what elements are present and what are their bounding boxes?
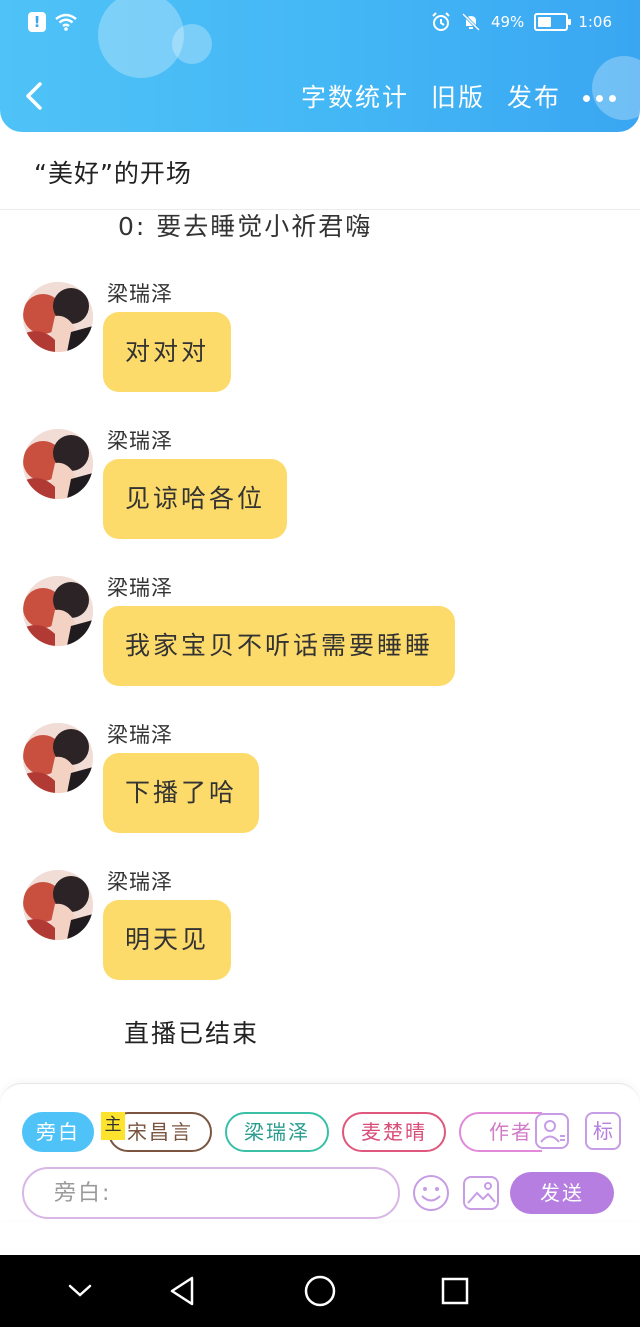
status-bar: ! 49% 1:06 (0, 0, 640, 46)
chat-area[interactable]: 0: 要去睡觉小祈君嗨 梁瑞泽 对对对 梁瑞泽 见谅哈各位 梁瑞泽 我家宝贝不听… (0, 211, 640, 1083)
chapter-title-bar: “美好”的开场 (0, 132, 640, 210)
more-button[interactable] (583, 91, 616, 102)
nav-home-button[interactable] (300, 1271, 340, 1311)
role-chip[interactable]: 作者 (459, 1112, 542, 1152)
role-chip-aside[interactable]: 旁白 (22, 1112, 94, 1152)
partial-message: 0: 要去睡觉小祈君嗨 (118, 212, 373, 241)
composer-panel: 旁白 宋昌言 梁瑞泽 麦楚晴 作者 主 标 发送 (0, 1083, 640, 1220)
alarm-icon (432, 12, 450, 31)
main-role-tag: 主 (101, 1112, 125, 1140)
avatar[interactable] (23, 429, 93, 499)
header-actions: 字数统计 旧版 发布 (301, 78, 616, 114)
message-row[interactable]: 梁瑞泽 我家宝贝不听话需要睡睡 (0, 566, 640, 696)
message-row[interactable]: 梁瑞泽 见谅哈各位 (0, 419, 640, 549)
more-icon (583, 94, 590, 102)
nav-back-button[interactable] (163, 1271, 203, 1311)
message-bubble[interactable]: 见谅哈各位 (103, 459, 288, 539)
sender-name: 梁瑞泽 (107, 870, 173, 894)
emoji-button[interactable] (412, 1174, 450, 1212)
live-ended-note: 直播已结束 (124, 1019, 260, 1048)
app-header: ! 49% 1:06 字数统计 旧版 发布 (0, 0, 640, 132)
back-icon (26, 82, 42, 110)
user-card-icon (535, 1113, 569, 1149)
message-input[interactable] (22, 1167, 400, 1219)
image-icon (463, 1176, 499, 1210)
battery-fill (538, 17, 552, 27)
clock: 1:06 (578, 13, 612, 31)
publish-button[interactable]: 发布 (507, 78, 561, 114)
message-row[interactable]: 梁瑞泽 明天见 (0, 860, 640, 990)
message-bubble[interactable]: 对对对 (103, 312, 232, 392)
triangle-back-icon (170, 1276, 194, 1306)
character-card-button[interactable] (534, 1112, 570, 1150)
circle-home-icon (304, 1275, 336, 1307)
nav-collapse-button[interactable] (60, 1271, 100, 1311)
message-row[interactable]: 梁瑞泽 对对对 (0, 272, 640, 402)
image-button[interactable] (462, 1174, 500, 1212)
message-row[interactable]: 梁瑞泽 下播了哈 (0, 713, 640, 843)
role-selector: 旁白 宋昌言 梁瑞泽 麦楚晴 作者 主 (22, 1112, 542, 1154)
old-version-button[interactable]: 旧版 (431, 78, 485, 114)
sender-name: 梁瑞泽 (107, 282, 173, 306)
emoji-icon (413, 1175, 449, 1211)
avatar[interactable] (23, 576, 93, 646)
chapter-title[interactable]: “美好”的开场 (34, 154, 192, 190)
tag-button[interactable]: 标 (585, 1112, 621, 1150)
message-bubble[interactable]: 下播了哈 (103, 753, 260, 833)
wifi-icon (55, 13, 77, 31)
word-count-button[interactable]: 字数统计 (301, 78, 409, 114)
system-nav-bar (0, 1255, 640, 1327)
sender-name: 梁瑞泽 (107, 576, 173, 600)
chevron-down-icon (68, 1284, 92, 1297)
message-bubble[interactable]: 我家宝贝不听话需要睡睡 (103, 606, 456, 686)
battery-percent: 49% (490, 13, 525, 31)
sender-name: 梁瑞泽 (107, 723, 173, 747)
send-button[interactable]: 发送 (510, 1172, 614, 1214)
back-button[interactable] (20, 76, 50, 116)
role-chip[interactable]: 麦楚晴 (342, 1112, 446, 1152)
role-chip[interactable]: 梁瑞泽 (225, 1112, 329, 1152)
message-bubble[interactable]: 明天见 (103, 900, 232, 980)
battery-icon (534, 13, 572, 31)
square-recents-icon (441, 1277, 469, 1305)
alert-icon: ! (28, 12, 46, 32)
avatar[interactable] (23, 723, 93, 793)
mute-icon (461, 12, 481, 32)
sender-name: 梁瑞泽 (107, 429, 173, 453)
avatar[interactable] (23, 282, 93, 352)
avatar[interactable] (23, 870, 93, 940)
nav-recents-button[interactable] (435, 1271, 475, 1311)
